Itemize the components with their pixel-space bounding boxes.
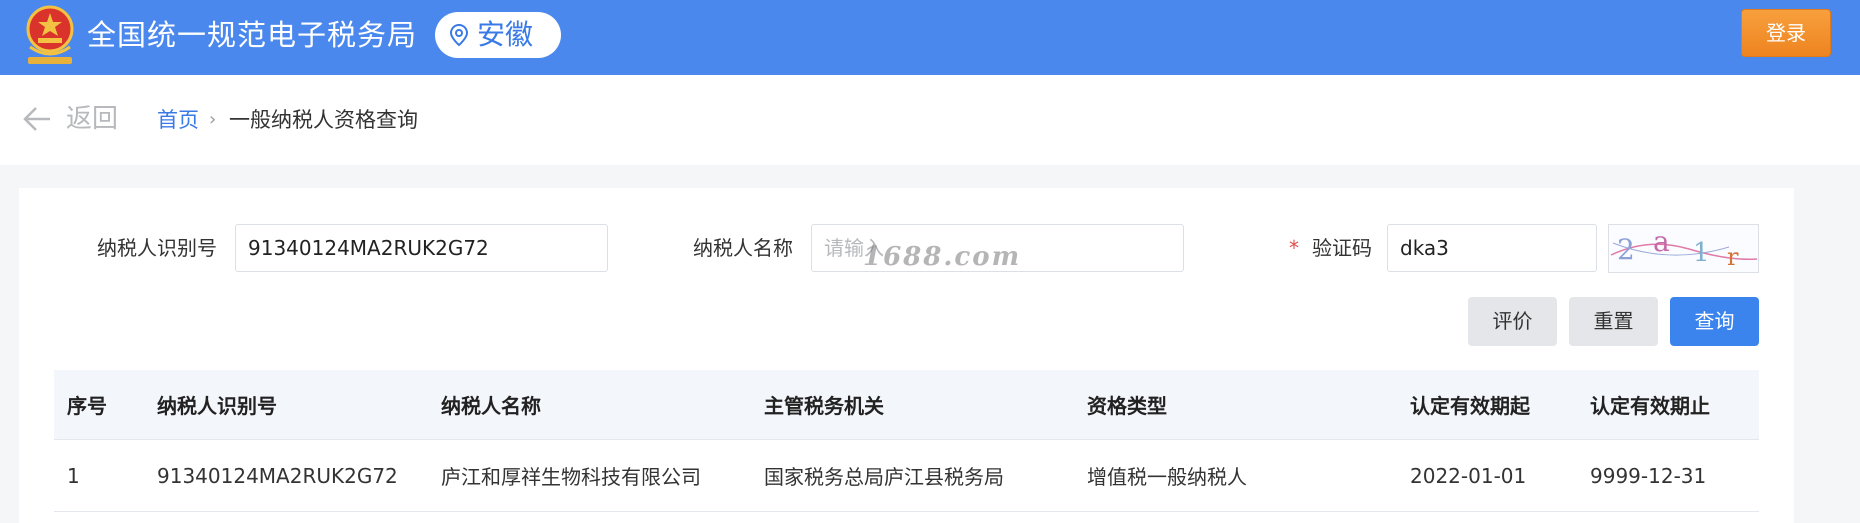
column-header: 纳税人识别号	[157, 394, 277, 418]
required-marker: *	[1289, 236, 1299, 260]
column-header: 纳税人名称	[441, 394, 541, 418]
table-cell: 91340124MA2RUK2G72	[157, 463, 398, 488]
captcha-label: 验证码	[1312, 236, 1372, 260]
column-header: 主管税务机关	[764, 394, 884, 418]
captcha-graphic: 2 a 1 r	[1610, 225, 1758, 271]
table-cell: 国家税务总局庐江县税务局	[764, 465, 1004, 489]
captcha-char: r	[1727, 243, 1739, 271]
column-header: 认定有效期起	[1410, 394, 1530, 418]
column-header: 资格类型	[1087, 394, 1167, 418]
captcha-char: a	[1653, 225, 1670, 258]
captcha-char: 2	[1617, 233, 1635, 266]
breadcrumb-separator: ›	[209, 109, 217, 130]
evaluate-button[interactable]: 评价	[1468, 297, 1557, 346]
site-title: 全国统一规范电子税务局	[87, 18, 418, 52]
table-cell: 1	[67, 463, 80, 488]
breadcrumb: 返回 首页 › 一般纳税人资格查询	[0, 75, 1860, 165]
back-arrow-icon[interactable]	[22, 105, 52, 133]
region-selector[interactable]: 安徽	[435, 12, 561, 58]
result-table: 序号 纳税人识别号 纳税人名称 主管税务机关 资格类型 认定有效期起 认定有效期…	[54, 370, 1759, 512]
table-cell: 2022-01-01	[1410, 463, 1527, 488]
region-name: 安徽	[477, 18, 534, 51]
column-header: 序号	[67, 394, 107, 418]
table-cell: 庐江和厚祥生物科技有限公司	[441, 465, 701, 489]
column-header: 认定有效期止	[1590, 394, 1710, 418]
watermark: 1688.com	[863, 242, 1022, 272]
query-card: 纳税人识别号 纳税人名称 * 验证码 2 a 1 r 1688.com 评价 重…	[19, 188, 1794, 523]
captcha-char: 1	[1693, 238, 1710, 268]
login-button[interactable]: 登录	[1741, 9, 1831, 57]
back-link[interactable]: 返回	[66, 101, 118, 137]
national-emblem-icon	[26, 5, 74, 64]
table-row: 1 91340124MA2RUK2G72 庐江和厚祥生物科技有限公司 国家税务总…	[54, 440, 1759, 512]
taxpayer-name-label: 纳税人名称	[693, 236, 793, 260]
taxpayer-id-input[interactable]	[235, 224, 608, 272]
query-button[interactable]: 查询	[1670, 297, 1759, 346]
table-cell: 增值税一般纳税人	[1087, 465, 1247, 489]
location-pin-icon	[449, 23, 469, 47]
captcha-input[interactable]	[1387, 224, 1597, 272]
captcha-image[interactable]: 2 a 1 r	[1608, 224, 1759, 273]
top-header: 全国统一规范电子税务局 安徽 登录	[0, 0, 1860, 75]
table-header: 序号 纳税人识别号 纳税人名称 主管税务机关 资格类型 认定有效期起 认定有效期…	[54, 370, 1759, 440]
breadcrumb-current: 一般纳税人资格查询	[229, 108, 418, 132]
taxpayer-id-label: 纳税人识别号	[97, 236, 217, 260]
reset-button[interactable]: 重置	[1569, 297, 1658, 346]
breadcrumb-home-link[interactable]: 首页	[157, 105, 199, 135]
table-cell: 9999-12-31	[1590, 463, 1707, 488]
